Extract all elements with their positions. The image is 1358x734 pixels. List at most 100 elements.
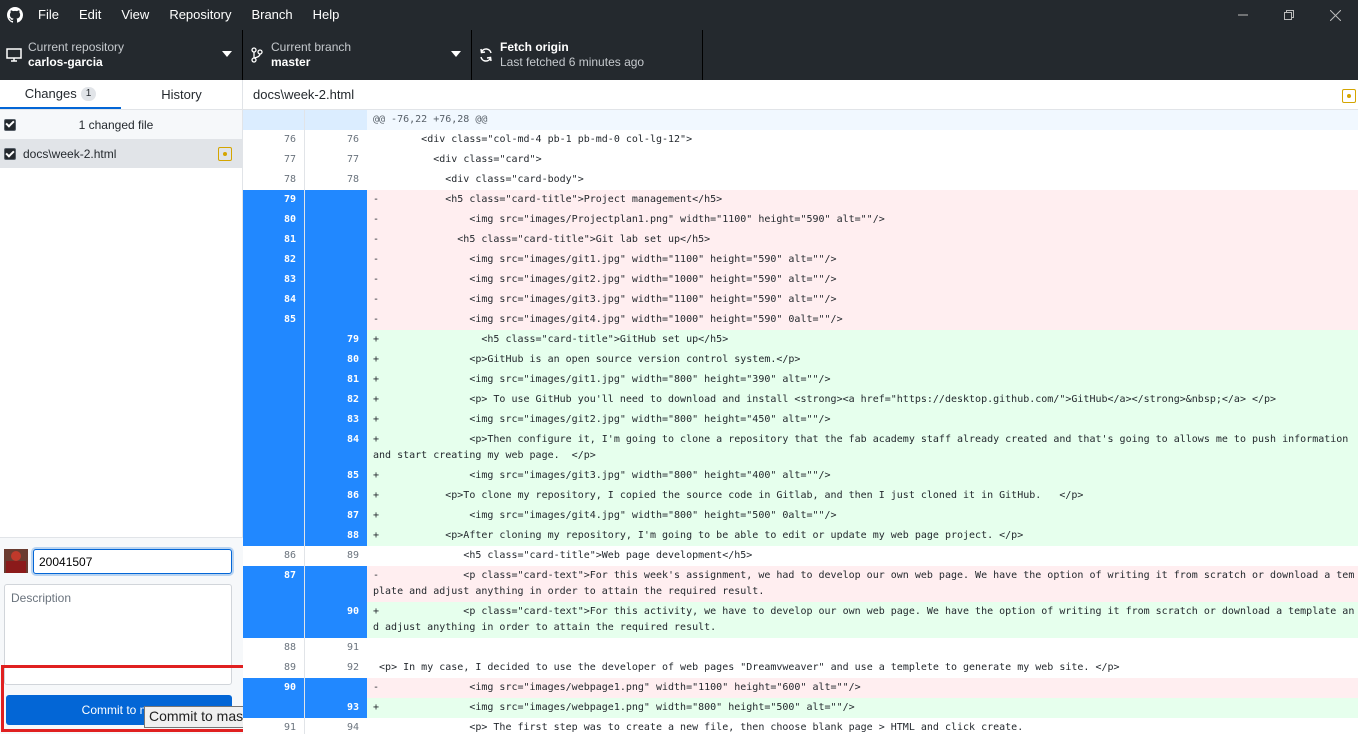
menu-view[interactable]: View	[111, 0, 159, 30]
diff-line[interactable]: 83 + <img src="images/git2.jpg" width="80…	[243, 410, 1358, 430]
diff-code: + <p>GitHub is an open source version co…	[367, 350, 1358, 370]
current-repository-button[interactable]: Current repository carlos-garcia	[0, 30, 243, 80]
diff-code: + <p>After cloning my repository, I'm go…	[367, 526, 1358, 546]
diff-line[interactable]: 85 - <img src="images/git4.jpg" width="10…	[243, 310, 1358, 330]
tab-changes-label: Changes	[24, 86, 77, 101]
old-line-number: 84	[243, 290, 305, 310]
minimize-icon[interactable]	[1220, 0, 1266, 30]
old-line-number	[243, 486, 305, 506]
changed-files-count: 1 changed file	[78, 117, 154, 132]
fetch-label: Fetch origin	[500, 40, 569, 54]
fetch-origin-button[interactable]: Fetch origin Last fetched 6 minutes ago	[472, 30, 703, 80]
diff-line[interactable]: 82 - <img src="images/git1.jpg" width="11…	[243, 250, 1358, 270]
diff-code: - <img src="images/git3.jpg" width="1100…	[367, 290, 1358, 310]
diff-line[interactable]: 77 77 <div class="card">	[243, 150, 1358, 170]
new-line-number: 80	[305, 350, 367, 370]
tab-history[interactable]: History	[121, 80, 242, 109]
menu-edit[interactable]: Edit	[69, 0, 111, 30]
diff-view: docs\week-2.html @@ -76,22 +76,28 @@ 76 76…	[243, 80, 1358, 734]
diff-code: + <h5 class="card-title">GitHub set up</…	[367, 330, 1358, 350]
new-line-number: 92	[305, 658, 367, 678]
old-line-number: 82	[243, 250, 305, 270]
old-line-number	[243, 110, 305, 130]
diff-lines: @@ -76,22 +76,28 @@ 76 76 <div class="col-…	[243, 110, 1358, 734]
old-line-number: 89	[243, 658, 305, 678]
diff-code: <p> In my case, I decided to use the dev…	[373, 662, 1120, 673]
old-line-number: 77	[243, 150, 305, 170]
diff-line[interactable]: 87 + <img src="images/git4.jpg" width="80…	[243, 506, 1358, 526]
diff-line[interactable]: 86 + <p>To clone my repository, I copied …	[243, 486, 1358, 506]
diff-line[interactable]: 79 - <h5 class="card-title">Project manag…	[243, 190, 1358, 210]
current-branch-button[interactable]: Current branch master	[243, 30, 472, 80]
new-line-number	[305, 230, 367, 250]
modified-icon	[218, 147, 232, 161]
diff-line[interactable]: 90 + <p class="card-text">For this activi…	[243, 602, 1358, 638]
old-line-number	[243, 350, 305, 370]
diff-code: - <img src="images/webpage1.png" width="…	[367, 678, 1358, 698]
old-line-number	[243, 410, 305, 430]
new-line-number: 82	[305, 390, 367, 410]
fetch-status: Last fetched 6 minutes ago	[500, 55, 645, 69]
diff-line[interactable]: 93 + <img src="images/webpage1.png" width…	[243, 698, 1358, 718]
diff-line[interactable]: 90 - <img src="images/webpage1.png" width…	[243, 678, 1358, 698]
diff-line[interactable]: 88 91	[243, 638, 1358, 658]
tab-changes[interactable]: Changes 1	[0, 80, 121, 109]
diff-code: - <p class="card-text">For this week's a…	[367, 566, 1358, 602]
diff-line[interactable]: 85 + <img src="images/git3.jpg" width="80…	[243, 466, 1358, 486]
diff-code: + <img src="images/git3.jpg" width="800"…	[367, 466, 1358, 486]
branch-label: Current branch	[271, 40, 352, 54]
diff-line[interactable]: 80 - <img src="images/Projectplan1.png" w…	[243, 210, 1358, 230]
file-path: docs\week-2.html	[23, 147, 117, 161]
sidebar-tabs: Changes 1 History	[0, 80, 242, 110]
diff-line[interactable]: 78 78 <div class="card-body">	[243, 170, 1358, 190]
diff-line[interactable]: 86 89 <h5 class="card-title">Web page dev…	[243, 546, 1358, 566]
diff-line[interactable]: 82 + <p> To use GitHub you'll need to dow…	[243, 390, 1358, 410]
diff-line[interactable]: 88 + <p>After cloning my repository, I'm …	[243, 526, 1358, 546]
commit-summary-input[interactable]	[33, 549, 232, 574]
menu-branch[interactable]: Branch	[241, 0, 302, 30]
diff-line[interactable]: 79 + <h5 class="card-title">GitHub set up…	[243, 330, 1358, 350]
new-line-number	[305, 290, 367, 310]
chevron-down-icon	[451, 51, 461, 57]
diff-line[interactable]: 84 - <img src="images/git3.jpg" width="11…	[243, 290, 1358, 310]
file-list-item[interactable]: docs\week-2.html	[0, 140, 242, 168]
diff-line[interactable]: 91 94 <p> The first step was to create a …	[243, 718, 1358, 734]
diff-line[interactable]: 87 - <p class="card-text">For this week's…	[243, 566, 1358, 602]
new-line-number: 85	[305, 466, 367, 486]
diff-file-path: docs\week-2.html	[253, 87, 355, 102]
diff-code: <p> The first step was to create a new f…	[373, 722, 1024, 733]
diff-line[interactable]: @@ -76,22 +76,28 @@	[243, 110, 1358, 130]
repo-name: carlos-garcia	[28, 55, 103, 69]
diff-line[interactable]: 81 - <h5 class="card-title">Git lab set u…	[243, 230, 1358, 250]
new-line-number: 88	[305, 526, 367, 546]
diff-code: - <img src="images/git2.jpg" width="1000…	[367, 270, 1358, 290]
old-line-number	[243, 330, 305, 350]
diff-line[interactable]: 76 76 <div class="col-md-4 pb-1 pb-md-0 c…	[243, 130, 1358, 150]
monitor-icon	[0, 48, 28, 62]
restore-icon[interactable]	[1266, 0, 1312, 30]
diff-line[interactable]: 81 + <img src="images/git1.jpg" width="80…	[243, 370, 1358, 390]
diff-line[interactable]: 89 92 <p> In my case, I decided to use th…	[243, 658, 1358, 678]
diff-line[interactable]: 80 + <p>GitHub is an open source version …	[243, 350, 1358, 370]
diff-line[interactable]: 84 + <p>Then configure it, I'm going to c…	[243, 430, 1358, 466]
branch-icon	[243, 47, 271, 63]
close-icon[interactable]	[1312, 0, 1358, 30]
file-checkbox[interactable]	[4, 148, 16, 160]
menu-file[interactable]: File	[28, 0, 69, 30]
diff-line[interactable]: 83 - <img src="images/git2.jpg" width="10…	[243, 270, 1358, 290]
old-line-number: 78	[243, 170, 305, 190]
old-line-number	[243, 506, 305, 526]
new-line-number	[305, 190, 367, 210]
diff-code	[367, 638, 1358, 658]
new-line-number: 90	[305, 602, 367, 638]
menu-help[interactable]: Help	[303, 0, 350, 30]
diff-code: + <p> To use GitHub you'll need to downl…	[367, 390, 1358, 410]
select-all-checkbox[interactable]	[4, 118, 16, 131]
diff-code: + <p class="card-text">For this activity…	[367, 602, 1358, 638]
diff-code: <div class="card">	[373, 154, 542, 165]
menu-repository[interactable]: Repository	[159, 0, 241, 30]
old-line-number	[243, 466, 305, 486]
commit-description-field[interactable]: Description	[4, 584, 232, 685]
diff-code: - <h5 class="card-title">Project managem…	[367, 190, 1358, 210]
changes-count-badge: 1	[80, 86, 97, 101]
